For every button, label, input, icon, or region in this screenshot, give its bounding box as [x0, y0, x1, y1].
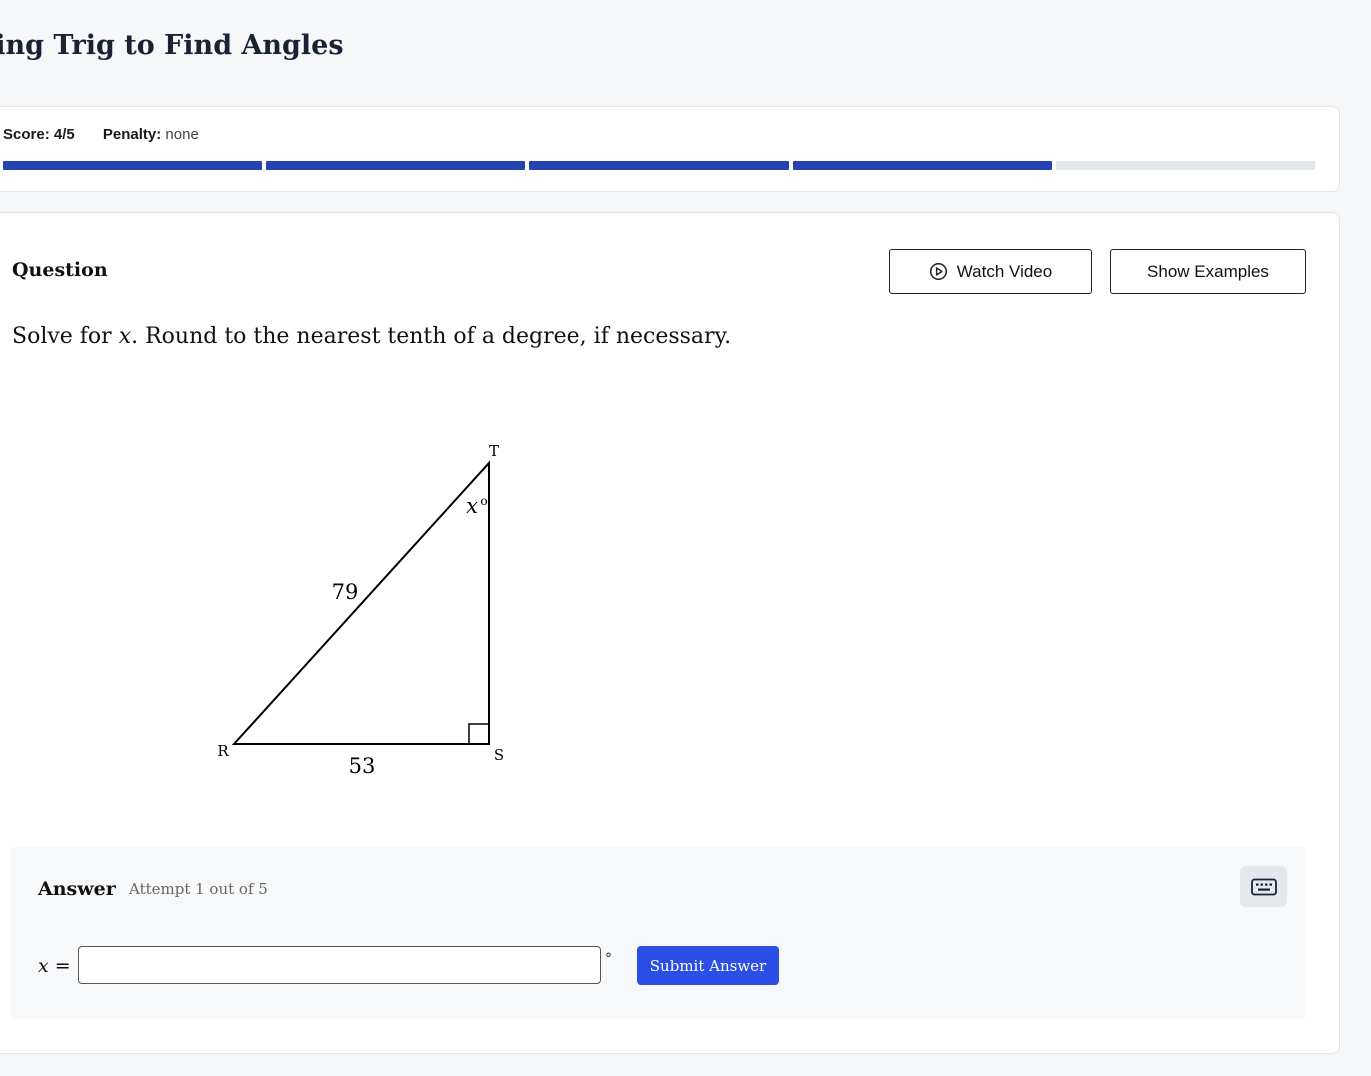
score-label: Score:: [3, 126, 50, 143]
progress-segment: [792, 161, 1052, 170]
page-title: sing Trig to Find Angles: [0, 30, 344, 61]
triangle-diagram: T R S 79 53 x o: [217, 442, 504, 778]
penalty-value: none: [165, 126, 199, 143]
attempt-counter: Attempt 1 out of 5: [129, 880, 268, 898]
answer-variable: x: [38, 955, 49, 977]
answer-panel: Answer Attempt 1 out of 5 x = ° Submit A…: [11, 847, 1306, 1019]
score-card: Score: 4/5 Penalty: none: [0, 106, 1340, 192]
base-length: 53: [349, 754, 376, 778]
progress-segment: [266, 161, 526, 170]
question-prompt: Solve for x. Round to the nearest tenth …: [12, 324, 731, 349]
progress-segment: [3, 161, 263, 170]
vertex-label-r: R: [217, 742, 229, 760]
vertex-label-t: T: [489, 442, 499, 460]
hypotenuse-length: 79: [332, 580, 359, 604]
keyboard-toggle-button[interactable]: [1240, 866, 1287, 907]
progress-segment: [529, 161, 789, 170]
prompt-variable: x: [118, 324, 132, 349]
watch-video-button[interactable]: Watch Video: [889, 249, 1092, 294]
show-examples-label: Show Examples: [1147, 261, 1269, 281]
question-heading: Question: [12, 259, 108, 281]
play-circle-icon: [929, 262, 947, 281]
keyboard-icon: [1250, 878, 1277, 895]
degree-unit: °: [605, 951, 612, 967]
progress-segment: [1055, 161, 1316, 170]
progress-bar: [3, 161, 1316, 170]
watch-video-label: Watch Video: [956, 261, 1053, 281]
vertex-label-s: S: [494, 746, 504, 764]
angle-variable: x: [466, 494, 478, 518]
question-card: Question Watch Video Show Examples Solve…: [0, 212, 1340, 1054]
right-angle-marker: [468, 723, 490, 745]
answer-input[interactable]: [78, 946, 601, 984]
triangle-shape: [231, 460, 490, 745]
submit-answer-button[interactable]: Submit Answer: [637, 946, 779, 985]
prompt-text-start: Solve for: [12, 324, 119, 349]
angle-degree-mark: o: [480, 494, 487, 508]
answer-heading: Answer: [38, 878, 116, 900]
prompt-text-end: . Round to the nearest tenth of a degree…: [131, 324, 732, 349]
equals-sign: =: [48, 955, 71, 977]
answer-variable-label: x =: [38, 955, 71, 977]
show-examples-button[interactable]: Show Examples: [1110, 249, 1306, 294]
penalty-label: Penalty:: [102, 126, 162, 143]
score-value: 4/5: [53, 126, 75, 143]
score-summary: Score: 4/5 Penalty: none: [3, 126, 199, 143]
